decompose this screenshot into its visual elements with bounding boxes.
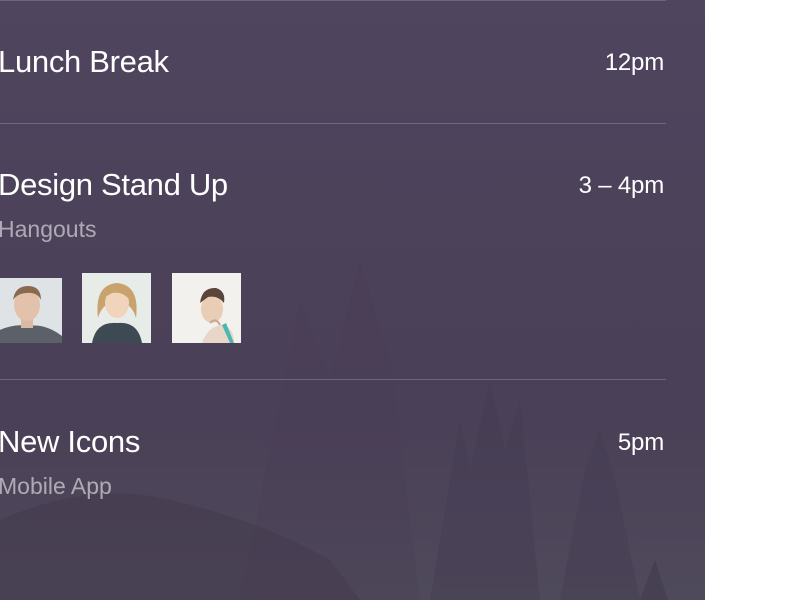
event-project: Mobile App xyxy=(0,473,112,499)
event-title: Design Stand Up xyxy=(0,167,228,202)
event-location: Hangouts xyxy=(0,216,97,242)
avatar-man-icon[interactable] xyxy=(0,278,62,343)
top-divider xyxy=(0,0,666,1)
agenda-panel: Lunch Break 12pm Design Stand Up 3 – 4pm… xyxy=(0,0,705,600)
event-time: 3 – 4pm xyxy=(578,172,665,199)
event-row-new-icons[interactable]: New Icons 5pm Mobile App xyxy=(0,424,666,514)
event-row-lunch-break[interactable]: Lunch Break 12pm xyxy=(0,44,666,104)
event-title: New Icons xyxy=(0,424,141,459)
avatar-woman-dark-icon[interactable] xyxy=(172,273,241,343)
divider xyxy=(0,123,666,124)
event-time: 12pm xyxy=(604,49,664,76)
avatar-woman-blonde-icon[interactable] xyxy=(82,273,151,343)
divider xyxy=(0,379,666,380)
event-title: Lunch Break xyxy=(0,44,169,79)
event-time: 5pm xyxy=(617,429,664,456)
